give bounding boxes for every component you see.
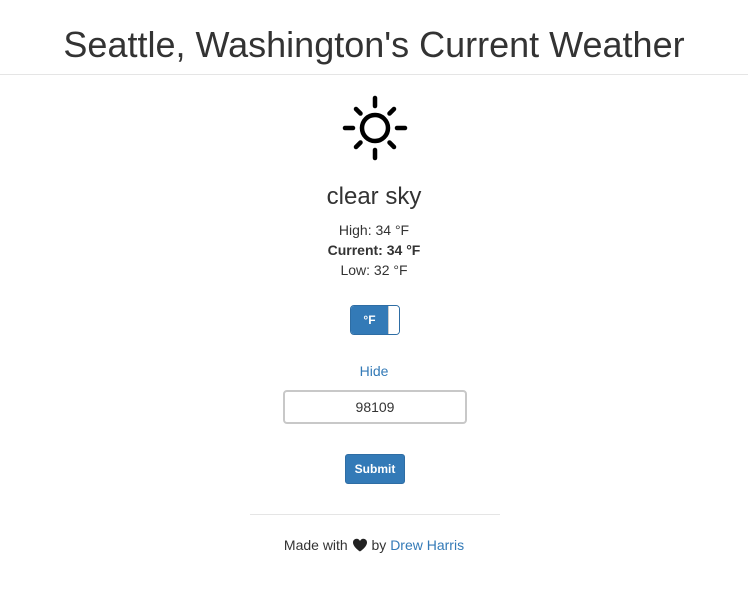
footer-divider: [250, 514, 500, 515]
sun-icon: [342, 95, 408, 161]
weather-panel: clear sky High: 34 °F Current: 34 °F Low…: [0, 75, 748, 599]
page-title: Seattle, Washington's Current Weather: [63, 24, 685, 65]
temp-current: Current: 34 °F: [327, 242, 421, 258]
unit-toggle-label: °F: [351, 306, 388, 334]
unit-toggle[interactable]: °F: [350, 305, 400, 335]
temp-high: High: 34 °F: [338, 222, 410, 238]
footer-middle: by: [371, 537, 387, 553]
weather-condition: clear sky: [326, 183, 422, 210]
header: Seattle, Washington's Current Weather: [0, 0, 748, 75]
heart-icon: [352, 538, 367, 552]
author-link[interactable]: Drew Harris: [390, 537, 464, 553]
hide-link[interactable]: Hide: [0, 361, 748, 381]
footer-prefix: Made with: [283, 537, 348, 553]
footer: Made with by Drew Harris: [0, 535, 748, 555]
temp-low: Low: 32 °F: [340, 262, 408, 278]
unit-toggle-handle[interactable]: [388, 306, 399, 334]
zip-input[interactable]: [283, 390, 467, 424]
submit-button[interactable]: Submit: [345, 454, 405, 484]
